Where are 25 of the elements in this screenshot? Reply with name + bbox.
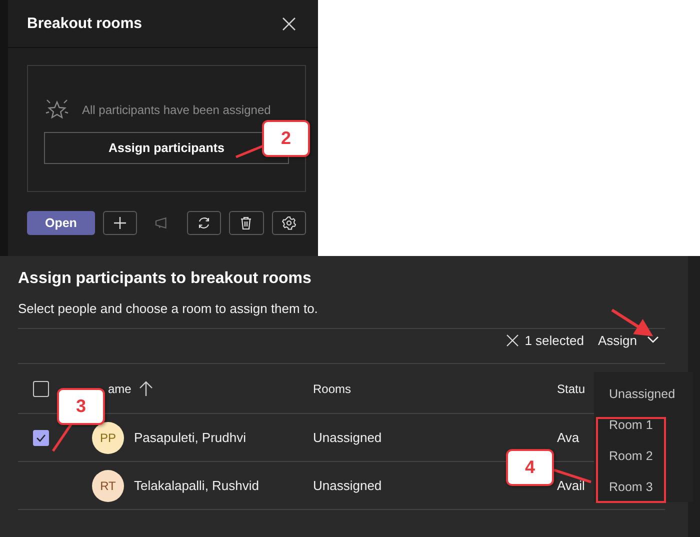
callout: 2: [262, 120, 310, 157]
menu-item[interactable]: Room 2: [594, 446, 693, 477]
selection-count: 1 selected: [524, 332, 584, 348]
room-cell: Unassigned: [313, 478, 382, 493]
participant-name: Telakalapalli, Rushvid: [134, 478, 260, 493]
avatar: PP: [92, 422, 124, 454]
status-cell: Avail: [557, 478, 585, 493]
avatar: RT: [92, 470, 124, 502]
column-header[interactable]: Rooms: [313, 382, 352, 396]
status-cell: Ava: [557, 430, 580, 445]
assign-dropdown[interactable]: Assign: [598, 332, 659, 348]
dialog-title: Assign participants to breakout rooms: [18, 270, 312, 288]
menu-item[interactable]: Room 3: [594, 477, 693, 508]
callout: 3: [57, 388, 105, 425]
participant-name: Pasapuleti, Prudhvi: [134, 430, 246, 445]
panel-title: Breakout rooms: [27, 15, 142, 32]
column-header[interactable]: ame: [108, 382, 132, 396]
empty-message: All participants have been assigned: [82, 103, 271, 117]
menu-item[interactable]: Unassigned: [594, 384, 693, 415]
open-button[interactable]: Open: [27, 211, 95, 235]
column-header[interactable]: Statu: [557, 382, 586, 396]
room-cell: Unassigned: [313, 430, 382, 445]
callout: 4: [506, 449, 554, 486]
menu-item[interactable]: Room 1: [594, 415, 693, 446]
dialog-subtitle: Select people and choose a room to assign them to.: [18, 301, 319, 316]
